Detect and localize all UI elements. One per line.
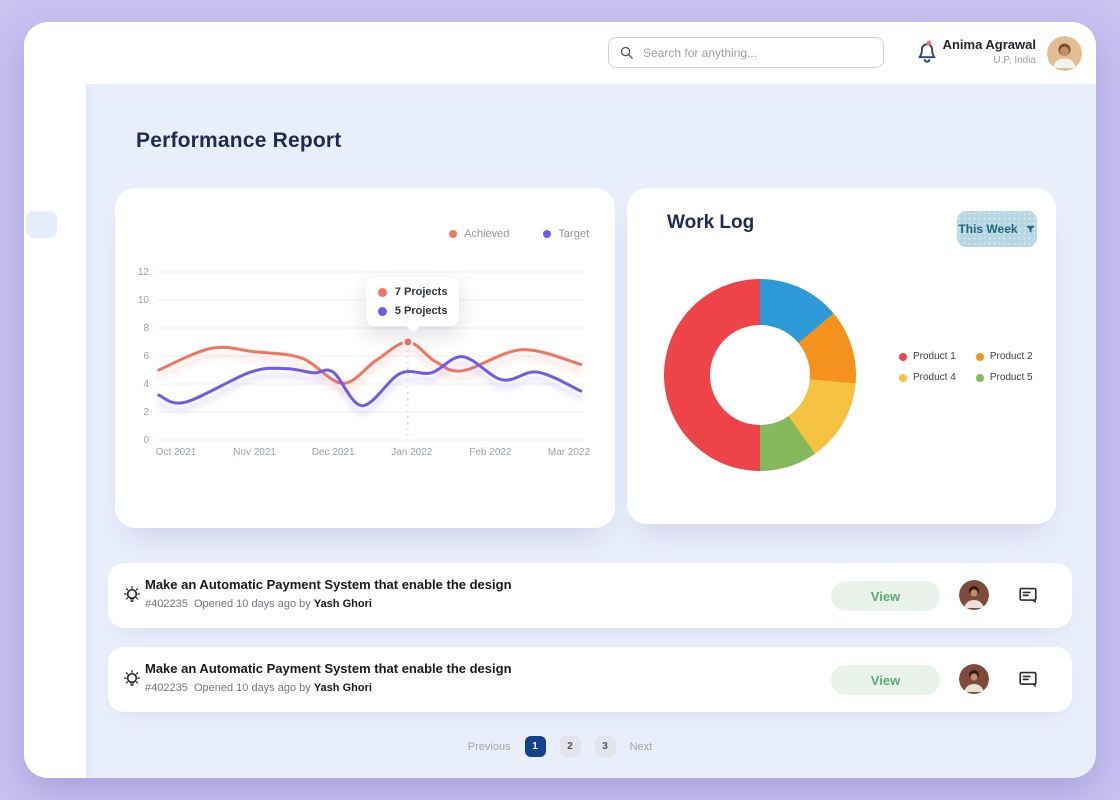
- work-log-card: Work Log This Week Product 1 Product 2: [627, 188, 1056, 524]
- view-button[interactable]: View: [831, 581, 940, 611]
- pagination-page-2[interactable]: 2: [560, 736, 581, 757]
- pagination-next[interactable]: Next: [630, 741, 653, 753]
- pagination: Previous 1 2 3 Next: [24, 736, 1096, 757]
- assignee-avatar-image: [959, 580, 989, 610]
- user-avatar-image: [1047, 36, 1082, 71]
- tooltip-achieved-dot: [378, 288, 387, 297]
- task-meta: #402235 Opened 10 days ago by Yash Ghori: [145, 598, 512, 610]
- performance-line-chart: 0 2 4 6 8 10 12 Oct 2021 Nov 2021 Dec 2021 Jan 202…: [115, 188, 615, 528]
- assignee-avatar[interactable]: [959, 664, 989, 694]
- desktop-background: Anima Agrawal U.P, India Performance Rep…: [0, 0, 1120, 800]
- svg-text:2: 2: [143, 407, 149, 418]
- svg-text:Nov 2021: Nov 2021: [233, 447, 276, 458]
- task-author: Yash Ghori: [314, 682, 372, 694]
- page-title: Performance Report: [136, 129, 342, 153]
- filter-label: This Week: [958, 222, 1017, 236]
- product-4-dot: [899, 374, 907, 382]
- product-1-dot: [899, 353, 907, 361]
- sidebar: [24, 84, 86, 778]
- task-opened: Opened 10 days ago by: [194, 682, 311, 694]
- donut-legend: Product 1 Product 2 Product 4 Product 5: [899, 351, 1033, 383]
- task-author: Yash Ghori: [314, 598, 372, 610]
- user-name: Anima Agrawal: [904, 37, 1036, 52]
- svg-text:4: 4: [143, 379, 149, 390]
- svg-text:0: 0: [143, 435, 149, 446]
- svg-text:10: 10: [138, 295, 150, 306]
- svg-text:6: 6: [143, 351, 149, 362]
- pagination-previous[interactable]: Previous: [468, 741, 511, 753]
- tooltip-target-dot: [378, 307, 387, 316]
- sidebar-active-item[interactable]: [26, 211, 57, 238]
- performance-chart-card: Achieved Target 024681012Oct 2021Nov 202…: [115, 188, 615, 528]
- app-window: Anima Agrawal U.P, India Performance Rep…: [24, 22, 1096, 778]
- lightbulb-icon: [120, 668, 144, 692]
- svg-text:Mar 2022: Mar 2022: [548, 447, 591, 458]
- legend-item-product-1: Product 1: [899, 351, 956, 362]
- comment-button[interactable]: [1016, 584, 1040, 608]
- svg-text:12: 12: [138, 267, 150, 278]
- tooltip-row: 7 Projects: [378, 286, 448, 298]
- task-opened: Opened 10 days ago by: [194, 598, 311, 610]
- donut-hole: [710, 325, 810, 425]
- task-id: #402235: [145, 598, 188, 610]
- legend-item-product-4: Product 4: [899, 372, 956, 383]
- svg-text:Feb 2022: Feb 2022: [469, 447, 512, 458]
- filter-funnel-icon: [1025, 224, 1036, 235]
- chart-tooltip: 7 Projects 5 Projects: [366, 277, 460, 326]
- search-box[interactable]: [608, 37, 884, 68]
- task-row[interactable]: Make an Automatic Payment System that en…: [108, 563, 1072, 628]
- comment-icon: [1017, 668, 1039, 690]
- top-header: Anima Agrawal U.P, India: [24, 22, 1096, 84]
- work-log-title: Work Log: [667, 212, 754, 234]
- task-text: Make an Automatic Payment System that en…: [145, 661, 512, 694]
- tooltip-row: 5 Projects: [378, 305, 448, 317]
- tooltip-label: 7 Projects: [395, 286, 448, 298]
- legend-item-product-5: Product 5: [976, 372, 1033, 383]
- search-icon: [619, 45, 634, 60]
- task-text: Make an Automatic Payment System that en…: [145, 577, 512, 610]
- svg-text:Oct 2021: Oct 2021: [156, 447, 197, 458]
- comment-button[interactable]: [1016, 668, 1040, 692]
- product-5-dot: [976, 374, 984, 382]
- comment-icon: [1017, 584, 1039, 606]
- legend-label: Product 5: [990, 372, 1033, 383]
- user-location: U.P, India: [904, 55, 1036, 66]
- lightbulb-icon: [120, 584, 144, 608]
- task-meta: #402235 Opened 10 days ago by Yash Ghori: [145, 682, 512, 694]
- view-button[interactable]: View: [831, 665, 940, 695]
- task-title: Make an Automatic Payment System that en…: [145, 661, 512, 676]
- assignee-avatar[interactable]: [959, 580, 989, 610]
- legend-item-product-2: Product 2: [976, 351, 1033, 362]
- search-input[interactable]: [643, 46, 873, 60]
- work-log-donut-chart: [664, 279, 856, 471]
- pagination-page-1[interactable]: 1: [525, 736, 546, 757]
- assignee-avatar-image: [959, 664, 989, 694]
- legend-label: Product 2: [990, 351, 1033, 362]
- user-menu[interactable]: Anima Agrawal U.P, India: [904, 37, 1036, 66]
- this-week-filter-button[interactable]: This Week: [957, 211, 1037, 247]
- task-id: #402235: [145, 682, 188, 694]
- svg-text:Jan 2022: Jan 2022: [391, 447, 433, 458]
- task-title: Make an Automatic Payment System that en…: [145, 577, 512, 592]
- legend-label: Product 4: [913, 372, 956, 383]
- product-2-dot: [976, 353, 984, 361]
- svg-text:8: 8: [143, 323, 149, 334]
- svg-text:Dec 2021: Dec 2021: [312, 447, 355, 458]
- legend-label: Product 1: [913, 351, 956, 362]
- task-row[interactable]: Make an Automatic Payment System that en…: [108, 647, 1072, 712]
- user-avatar[interactable]: [1047, 36, 1082, 71]
- pagination-page-3[interactable]: 3: [595, 736, 616, 757]
- tooltip-label: 5 Projects: [395, 305, 448, 317]
